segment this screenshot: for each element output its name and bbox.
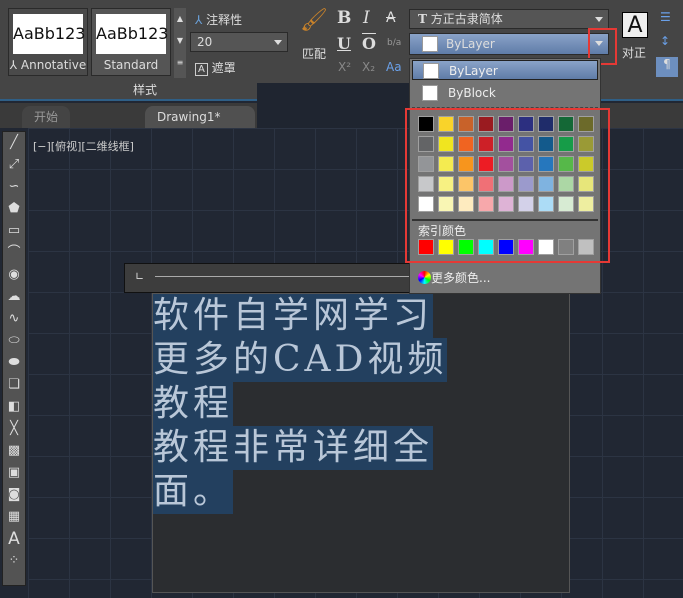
ellipse-icon[interactable]: ⬭: [3, 330, 25, 352]
underline-button[interactable]: U: [337, 34, 351, 53]
strikethrough-button[interactable]: A: [386, 10, 396, 26]
change-case-button[interactable]: Aa: [386, 60, 402, 74]
add-selected-icon[interactable]: ⁘: [3, 550, 25, 572]
arc-icon[interactable]: ⌒: [3, 242, 25, 264]
annotative-icon: ⅄: [195, 13, 203, 27]
color-wheel-icon: [418, 271, 431, 284]
superscript-button[interactable]: X²: [338, 60, 351, 74]
line-tool-icon[interactable]: ╱: [3, 132, 25, 154]
polyline-icon[interactable]: ∽: [3, 176, 25, 198]
tab-start[interactable]: 开始: [22, 106, 71, 128]
style-label: ⅄ Annotative: [9, 58, 87, 72]
font-select[interactable]: T 方正古隶简体: [409, 9, 609, 29]
bold-button[interactable]: B: [337, 8, 351, 28]
justify-icon: A: [622, 12, 648, 38]
color-swatch: [422, 36, 438, 52]
hatch-icon[interactable]: ▩: [3, 440, 25, 462]
font-icon: T: [418, 12, 427, 26]
match-button[interactable]: 匹配: [302, 45, 326, 62]
draw-toolbar: ╱ ⤢ ∽ ⬟ ▭ ⌒ ◉ ☁ ∿ ⬭ ⬬ ❏ ◧ ╳ ▩ ▣ ◙ ▦ A ⁘: [2, 131, 26, 586]
annotative-button[interactable]: ⅄ 注释性: [195, 11, 242, 28]
mtext-editor[interactable]: 软件自学网学习 更多的CAD视频 教程 教程非常详细全 面。: [152, 293, 570, 593]
make-block-icon[interactable]: ◧: [3, 396, 25, 418]
style-scroll[interactable]: ▲ ▼ ≡: [174, 8, 186, 78]
mtext-icon[interactable]: A: [3, 528, 25, 550]
text-line[interactable]: 教程: [153, 382, 234, 426]
text-line[interactable]: 更多的CAD视频: [153, 338, 448, 382]
spline-icon[interactable]: ∿: [3, 308, 25, 330]
ellipse-arc-icon[interactable]: ⬬: [3, 352, 25, 374]
region-icon[interactable]: ◙: [3, 484, 25, 506]
color-select[interactable]: ByLayer: [409, 33, 609, 55]
revcloud-icon[interactable]: ☁: [3, 286, 25, 308]
match-brush-icon: 🖌: [300, 8, 328, 33]
subscript-button[interactable]: X₂: [362, 60, 375, 74]
style-label: Standard: [103, 58, 159, 72]
text-line[interactable]: 教程非常详细全: [153, 426, 434, 470]
viewport-label[interactable]: [−][俯视][二维线框]: [33, 138, 134, 154]
ruler-line: [155, 276, 413, 277]
table-icon[interactable]: ▦: [3, 506, 25, 528]
text-line[interactable]: 面。: [153, 470, 234, 514]
highlight-box: [405, 108, 610, 263]
rectangle-icon[interactable]: ▭: [3, 220, 25, 242]
polygon-icon[interactable]: ⬟: [3, 198, 25, 220]
mask-icon: A: [195, 63, 208, 76]
style-preview: AaBb123: [96, 14, 168, 54]
text-line[interactable]: 软件自学网学习: [153, 294, 434, 338]
italic-button[interactable]: I: [363, 8, 370, 28]
canvas-gap: [257, 83, 409, 128]
overline-button[interactable]: O: [362, 34, 376, 53]
circle-icon[interactable]: ◉: [3, 264, 25, 286]
style-preview: AaBb123: [13, 14, 85, 54]
option-bylayer[interactable]: ByLayer: [412, 60, 598, 80]
text-height-input[interactable]: 20: [190, 32, 288, 52]
insert-block-icon[interactable]: ❏: [3, 374, 25, 396]
color-swatch: [422, 85, 438, 101]
paragraph-icon[interactable]: ¶: [656, 57, 678, 77]
tab-drawing1[interactable]: Drawing1*: [145, 106, 255, 128]
point-icon[interactable]: ╳: [3, 418, 25, 440]
tab-stop-icon: ∟: [135, 270, 145, 283]
gradient-icon[interactable]: ▣: [3, 462, 25, 484]
color-swatch: [423, 63, 439, 79]
more-colors-button[interactable]: 更多颜色...: [418, 269, 490, 286]
text-ruler[interactable]: ∟: [124, 263, 414, 293]
stack-button[interactable]: b/a: [387, 38, 401, 48]
panel-label: 样式: [132, 83, 157, 97]
style-annotative[interactable]: AaBb123 ⅄ Annotative: [8, 8, 88, 76]
mask-button[interactable]: A 遮罩: [195, 59, 236, 76]
justify-button[interactable]: 对正: [622, 44, 646, 61]
bullets-icon[interactable]: ☰: [660, 10, 671, 24]
construction-line-icon[interactable]: ⤢: [3, 154, 25, 176]
option-byblock[interactable]: ByBlock: [412, 83, 598, 103]
line-spacing-icon[interactable]: ↕: [660, 34, 670, 48]
style-standard[interactable]: AaBb123 Standard: [91, 8, 171, 76]
